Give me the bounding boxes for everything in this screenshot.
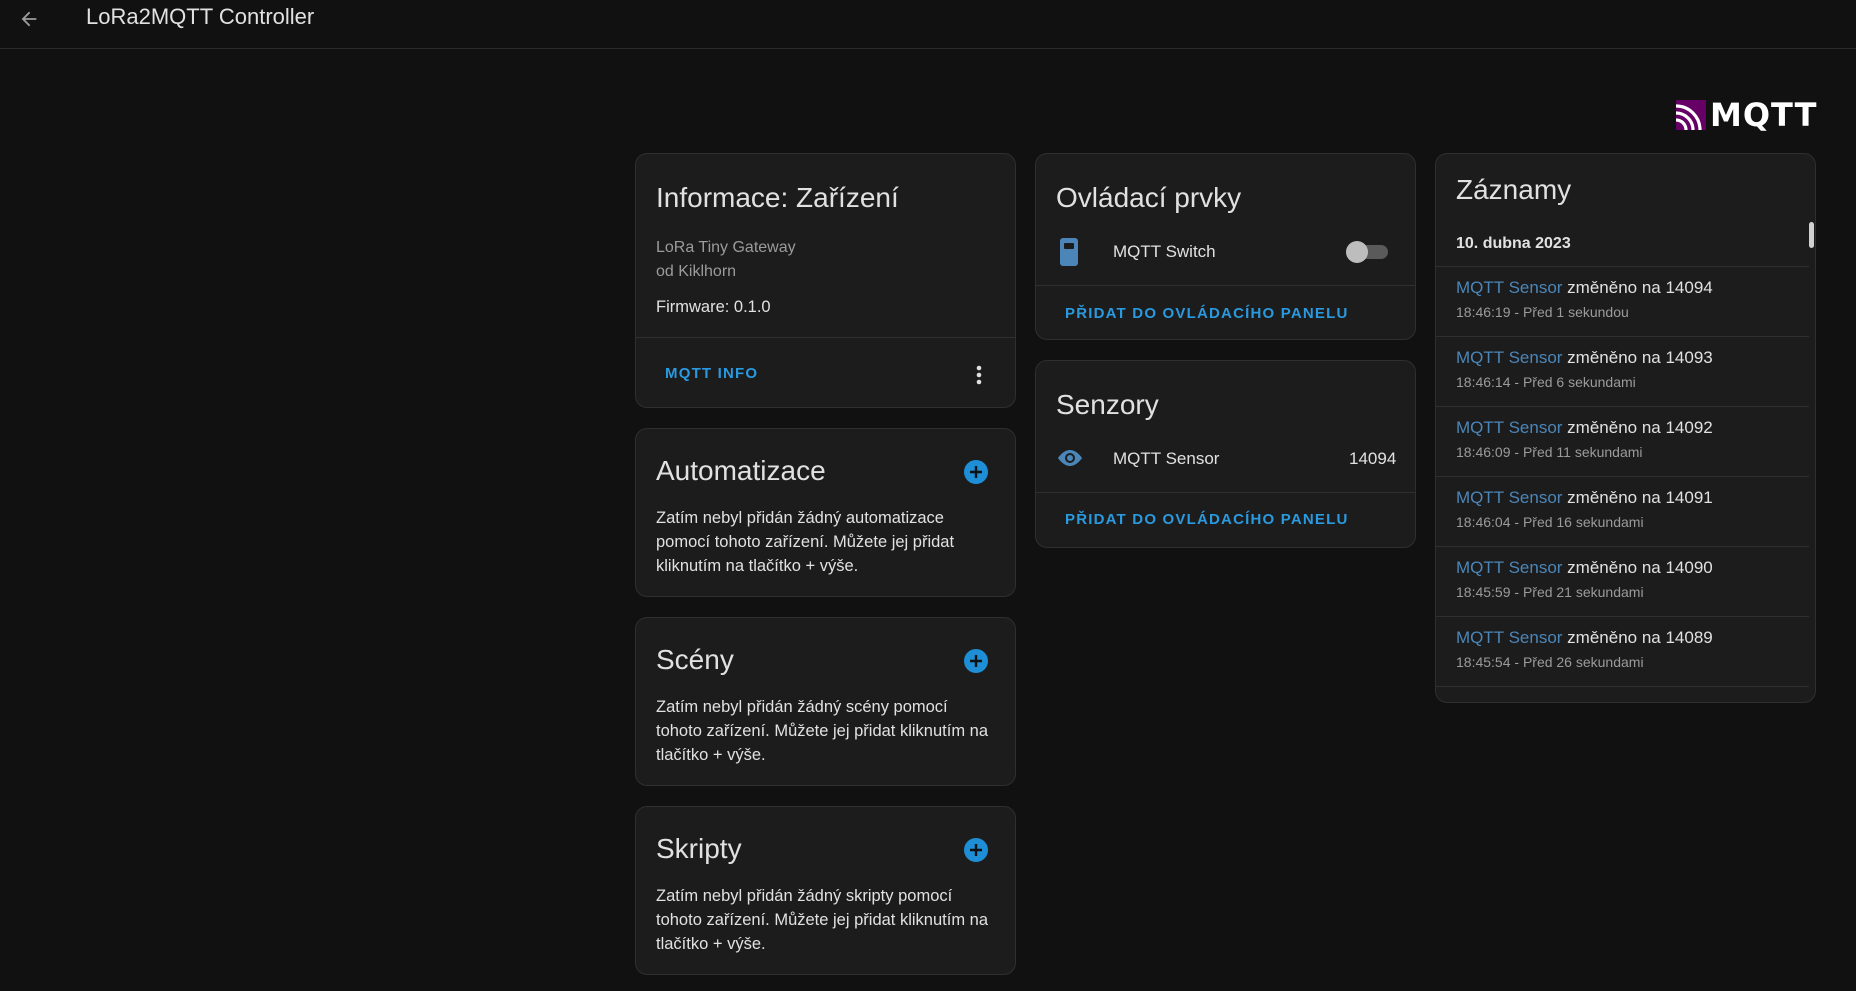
entry-message: změněno na 14090 [1567, 558, 1713, 577]
top-app-bar: LoRa2MQTT Controller [0, 0, 1856, 49]
logbook-card: Záznamy 10. dubna 2023 MQTT Sensor změně… [1435, 153, 1816, 703]
logbook-entry[interactable]: MQTT Sensor změněno na 14094 18:46:19 - … [1456, 278, 1713, 320]
eye-icon [1058, 450, 1082, 466]
divider [1436, 406, 1809, 407]
automations-card: Automatizace Zatím nebyl přidán žádný au… [635, 428, 1016, 597]
scenes-card: Scény Zatím nebyl přidán žádný scény pom… [635, 617, 1016, 786]
logbook-scrollbar[interactable] [1809, 222, 1814, 248]
sensors-title: Senzory [1056, 389, 1159, 420]
plus-icon [970, 844, 982, 856]
switch-label: MQTT Switch [1113, 242, 1216, 261]
scripts-card: Skripty Zatím nebyl přidán žádný skripty… [635, 806, 1016, 975]
automations-title: Automatizace [656, 455, 826, 486]
logbook-entry[interactable]: MQTT Sensor změněno na 14092 18:46:09 - … [1456, 418, 1713, 460]
add-script-button[interactable] [964, 838, 988, 862]
page-title: LoRa2MQTT Controller [86, 4, 315, 29]
entry-message: změněno na 14094 [1567, 278, 1713, 297]
entry-entity[interactable]: MQTT Sensor [1456, 418, 1562, 437]
divider [636, 337, 1015, 338]
entry-time: 18:46:14 - Před 6 sekundami [1456, 374, 1636, 390]
toggle-thumb [1346, 241, 1368, 263]
mqtt-switch-toggle[interactable] [1346, 239, 1392, 263]
entry-entity[interactable]: MQTT Sensor [1456, 488, 1562, 507]
divider [1436, 476, 1809, 477]
logbook-date: 10. dubna 2023 [1456, 235, 1571, 252]
entry-entity[interactable]: MQTT Sensor [1456, 628, 1562, 647]
controls-title: Ovládací prvky [1056, 182, 1242, 213]
entry-time: 18:46:09 - Před 11 sekundami [1456, 444, 1643, 460]
mqtt-logo: MQTT [1676, 96, 1818, 134]
scripts-title: Skripty [656, 833, 742, 864]
more-vertical-icon [976, 365, 982, 385]
logbook-entry[interactable]: MQTT Sensor změněno na 14089 18:45:54 - … [1456, 628, 1713, 670]
more-menu-button[interactable] [961, 357, 997, 393]
sensor-label: MQTT Sensor [1113, 449, 1220, 468]
entry-time: 18:45:54 - Před 26 sekundami [1456, 654, 1644, 670]
device-info-card: Informace: Zařízení LoRa Tiny Gateway od… [635, 153, 1016, 408]
entry-entity[interactable]: MQTT Sensor [1456, 558, 1562, 577]
sensors-card: Senzory MQTT Sensor 14094 PŘIDAT DO OVLÁ… [1035, 360, 1416, 548]
entry-entity[interactable]: MQTT Sensor [1456, 278, 1562, 297]
mqtt-logo-text: MQTT [1710, 96, 1818, 134]
mqtt-info-button[interactable]: MQTT INFO [665, 365, 758, 382]
entry-time: 18:46:04 - Před 16 sekundami [1456, 514, 1644, 530]
logbook-entry[interactable]: MQTT Sensor změněno na 14093 18:46:14 - … [1456, 348, 1713, 390]
device-model: LoRa Tiny Gateway [656, 239, 796, 256]
divider [1436, 546, 1809, 547]
divider [1436, 686, 1809, 687]
entry-message: změněno na 14092 [1567, 418, 1713, 437]
back-button[interactable] [12, 2, 46, 36]
divider [1436, 336, 1809, 337]
add-scene-button[interactable] [964, 649, 988, 673]
plus-icon [970, 655, 982, 667]
entry-entity[interactable]: MQTT Sensor [1456, 348, 1562, 367]
entry-message: změněno na 14093 [1567, 348, 1713, 367]
divider [1036, 492, 1415, 493]
logbook-entry[interactable]: MQTT Sensor změněno na 14090 18:45:59 - … [1456, 558, 1713, 600]
arrow-left-icon [21, 11, 37, 27]
scenes-title: Scény [656, 644, 734, 675]
entry-time: 18:45:59 - Před 21 sekundami [1456, 584, 1644, 600]
divider [1436, 616, 1809, 617]
add-to-dashboard-button[interactable]: PŘIDAT DO OVLÁDACÍHO PANELU [1065, 511, 1349, 528]
remote-switch-icon [1060, 238, 1078, 266]
divider [1436, 266, 1809, 267]
device-manufacturer: od Kiklhorn [656, 263, 737, 280]
mqtt-logo-icon [1676, 100, 1706, 130]
entry-message: změněno na 14091 [1567, 488, 1713, 507]
logbook-entry[interactable]: MQTT Sensor změněno na 14091 18:46:04 - … [1456, 488, 1713, 530]
add-to-dashboard-button[interactable]: PŘIDAT DO OVLÁDACÍHO PANELU [1065, 305, 1349, 322]
divider [1036, 285, 1415, 286]
entry-message: změněno na 14089 [1567, 628, 1713, 647]
scripts-empty-text: Zatím nebyl přidán žádný skripty pomocí … [656, 887, 988, 953]
logbook-title: Záznamy [1456, 174, 1572, 205]
device-firmware: Firmware: 0.1.0 [656, 298, 771, 316]
entry-time: 18:46:19 - Před 1 sekundou [1456, 304, 1629, 320]
device-info-title: Informace: Zařízení [656, 182, 899, 213]
controls-card: Ovládací prvky MQTT Switch PŘIDAT DO OVL… [1035, 153, 1416, 340]
sensor-value: 14094 [1349, 449, 1397, 468]
add-automation-button[interactable] [964, 460, 988, 484]
plus-icon [970, 466, 982, 478]
scenes-empty-text: Zatím nebyl přidán žádný scény pomocí to… [656, 698, 988, 764]
automations-empty-text: Zatím nebyl přidán žádný automatizace po… [656, 509, 955, 575]
